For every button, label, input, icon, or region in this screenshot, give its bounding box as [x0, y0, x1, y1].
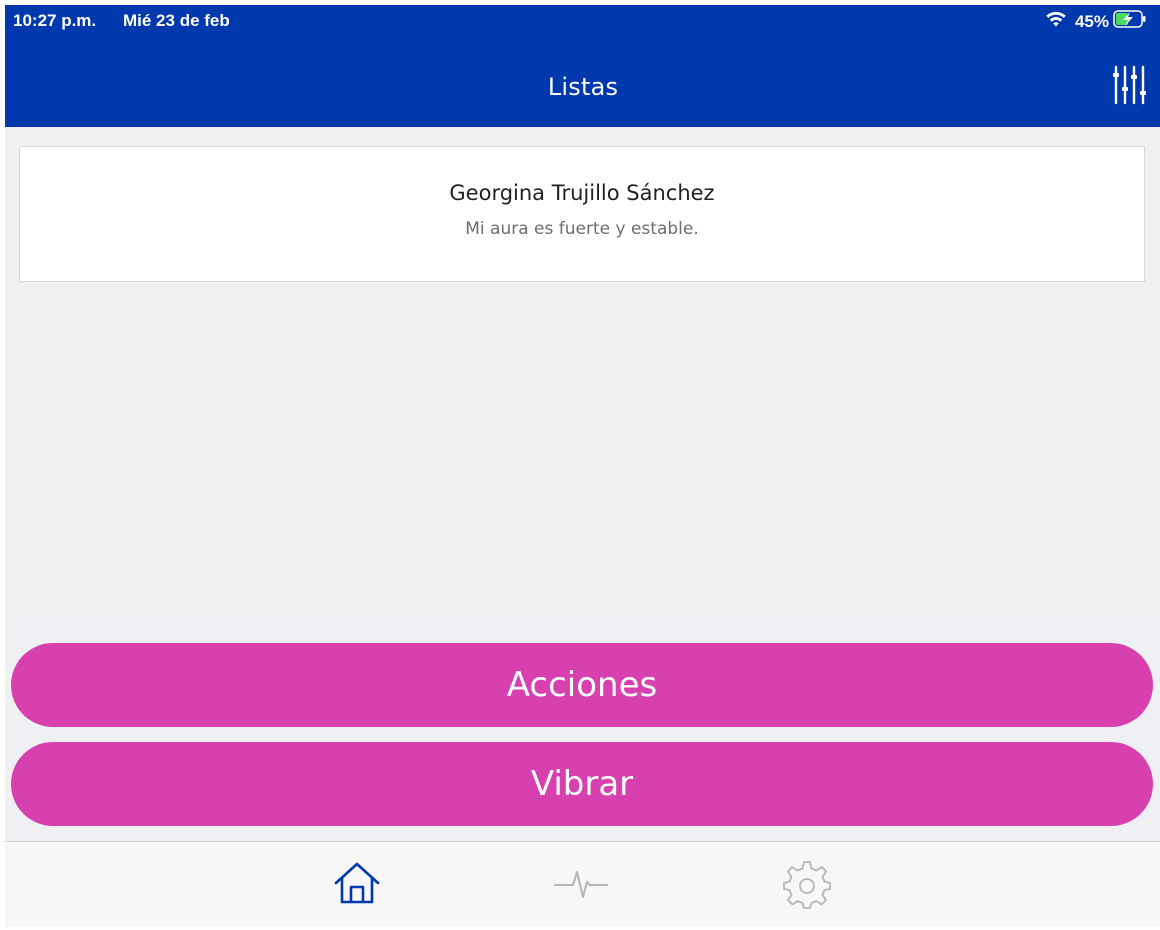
status-indicators: 45% [1045, 9, 1147, 34]
battery-charging-icon [1113, 9, 1147, 34]
status-date: Mié 23 de feb [123, 11, 230, 30]
gear-icon [782, 859, 832, 914]
status-time: 10:27 p.m. [13, 11, 97, 30]
battery-percent: 45% [1074, 11, 1109, 31]
sliders-icon [1111, 65, 1147, 111]
tab-bar [5, 841, 1160, 927]
tab-settings[interactable] [777, 856, 837, 916]
actions-button[interactable]: Acciones [11, 643, 1153, 727]
list-item[interactable]: Georgina Trujillo Sánchez Mi aura es fue… [19, 146, 1145, 282]
home-icon [333, 861, 381, 912]
tab-home[interactable] [327, 856, 387, 916]
list-item-name: Georgina Trujillo Sánchez [449, 181, 715, 205]
page-title: Listas [547, 73, 619, 101]
pulse-icon [551, 864, 611, 909]
list-item-subtitle: Mi aura es fuerte y estable. [465, 219, 699, 239]
wifi-icon [1045, 10, 1067, 33]
header: 10:27 p.m. Mié 23 de feb 45% Listas [5, 5, 1160, 127]
tab-activity[interactable] [551, 856, 611, 916]
app-screen: 10:27 p.m. Mié 23 de feb 45% Listas Geor… [5, 5, 1160, 927]
vibrate-button[interactable]: Vibrar [11, 742, 1153, 826]
filter-button[interactable] [1111, 63, 1147, 107]
